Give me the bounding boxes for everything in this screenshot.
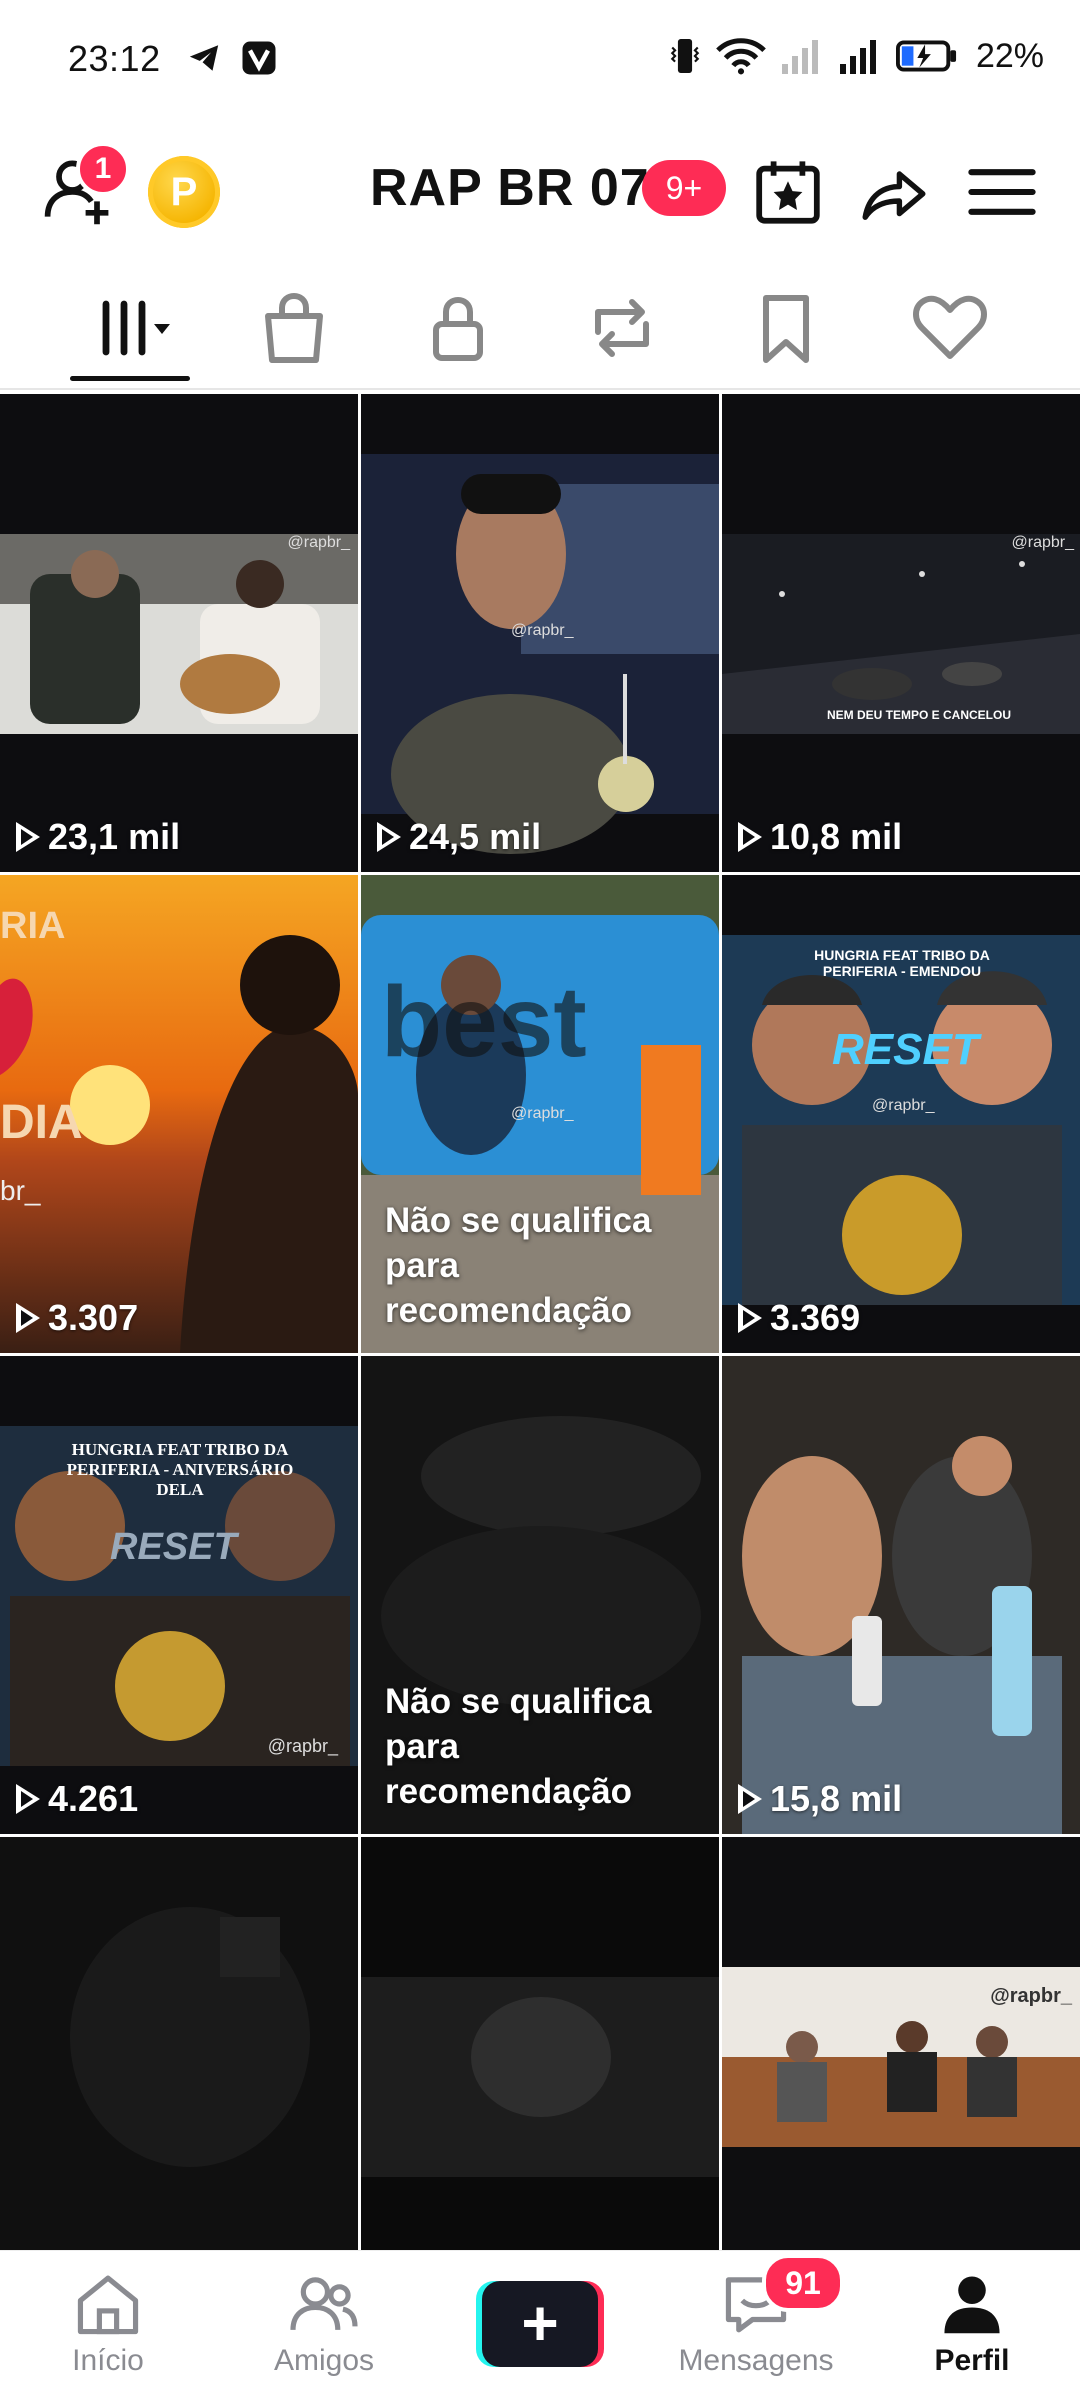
play-icon [377, 822, 401, 852]
video-tile[interactable]: HUNGRIA FEAT TRIBO DA PERIFERIA - ANIVER… [0, 1356, 358, 1834]
video-thumbnail [722, 1356, 1080, 1834]
video-watermark: @rapbr_ [511, 1105, 574, 1122]
video-tile[interactable]: best @rapbr_ Não se qualifica para recom… [361, 875, 719, 1353]
video-thumbnail [0, 1837, 358, 2250]
bottom-nav: Início Amigos + Mensagens Perfil [0, 2250, 1080, 2401]
friend-requests-badge: 1 [76, 142, 130, 196]
video-watermark: br_ [0, 1175, 41, 1206]
video-watermark: @rapbr_ [267, 1736, 338, 1756]
video-thumbnail [722, 534, 1080, 734]
video-tile[interactable] [0, 1837, 358, 2250]
video-views: 23,1 mil [16, 816, 180, 858]
video-views: 24,5 mil [377, 816, 541, 858]
profile-username[interactable]: RAP BR 07 [370, 158, 650, 218]
profile-tabs [0, 270, 1080, 390]
notifications-badge[interactable]: 9+ [642, 160, 726, 216]
video-title: HUNGRIA FEAT TRIBO DA PERIFERIA - EMENDO… [814, 947, 990, 979]
overlay-text: RIA [0, 905, 66, 947]
video-tile[interactable]: @rapbr_ [722, 1837, 1080, 2250]
friends-icon [290, 2277, 358, 2331]
video-title: HUNGRIA FEAT TRIBO DA PERIFERIA - ANIVER… [66, 1440, 294, 1499]
play-icon [16, 822, 40, 852]
nav-friends[interactable]: Amigos [224, 2273, 424, 2378]
video-views: 3.369 [738, 1297, 860, 1339]
status-time: 23:12 [68, 38, 161, 79]
video-watermark: @rapbr_ [872, 1097, 935, 1114]
play-icon [738, 1303, 762, 1333]
share-icon[interactable] [858, 156, 930, 228]
menu-icon[interactable] [966, 156, 1038, 228]
play-icon [738, 1784, 762, 1814]
v-app-icon [242, 41, 276, 75]
signal-icon [781, 40, 818, 74]
battery-icon [895, 40, 956, 72]
video-tile[interactable]: HUNGRIA FEAT TRIBO DA PERIFERIA - EMENDO… [722, 875, 1080, 1353]
video-views: 10,8 mil [738, 816, 902, 858]
video-watermark: @rapbr_ [287, 534, 351, 551]
play-icon [16, 1784, 40, 1814]
video-tile[interactable]: @rapbr_ 24,5 mil [361, 394, 719, 872]
calendar-star-icon[interactable] [752, 156, 824, 228]
signal-icon [839, 40, 876, 74]
nav-home-label: Início [72, 2344, 144, 2377]
nav-profile[interactable]: Perfil [872, 2273, 1072, 2378]
tab-private[interactable] [418, 288, 498, 368]
tab-videos[interactable] [94, 288, 174, 368]
create-button[interactable]: + [476, 2281, 604, 2367]
video-watermark: @rapbr_ [1011, 534, 1075, 551]
tab-shop[interactable] [254, 288, 334, 368]
profile-icon [944, 2276, 1000, 2334]
not-eligible-label: Não se qualifica para recomendação [385, 1682, 652, 1811]
plus-icon: + [482, 2281, 598, 2367]
video-views: 15,8 mil [738, 1778, 902, 1820]
status-bar: 23:12 22% [0, 0, 1080, 120]
tab-liked[interactable] [910, 288, 990, 368]
wifi-icon [716, 38, 766, 75]
play-icon [16, 1303, 40, 1333]
video-grid: @rapbr_ 23,1 mil @rapbr_ 24,5 mil @rapbr… [0, 390, 1080, 2250]
video-thumbnail [722, 1837, 1080, 2250]
nav-friends-label: Amigos [273, 2344, 375, 2377]
reset-logo: RESET [832, 1025, 979, 1074]
video-tile[interactable]: @rapbr_ NEM DEU TEMPO E CANCELOU 10,8 mi… [722, 394, 1080, 872]
play-icon [738, 822, 762, 852]
video-tile[interactable] [361, 1837, 719, 2250]
video-tile[interactable]: Não se qualifica para recomendação [361, 1356, 719, 1834]
video-views: 3.307 [16, 1297, 138, 1339]
nav-messages-label: Mensagens [678, 2344, 834, 2377]
messages-badge: 91 [762, 2254, 844, 2312]
nav-home[interactable]: Início [8, 2273, 208, 2378]
video-watermark: @rapbr_ [990, 1985, 1072, 2007]
video-views: 4.261 [16, 1778, 138, 1820]
tab-favorites[interactable] [746, 288, 826, 368]
nav-profile-label: Perfil [934, 2344, 1010, 2377]
video-thumbnail [0, 534, 358, 734]
video-tile[interactable]: RIA DIA br_ 3.307 [0, 875, 358, 1353]
video-caption: NEM DEU TEMPO E CANCELOU [827, 708, 1012, 722]
overlay-text: DIA [0, 1096, 83, 1149]
video-tile[interactable]: 15,8 mil [722, 1356, 1080, 1834]
battery-percentage: 22% [975, 36, 1044, 75]
tab-reposts[interactable] [582, 288, 662, 368]
vibrate-icon [670, 39, 700, 73]
home-icon [77, 2275, 139, 2335]
coins-icon[interactable]: P [148, 156, 220, 228]
video-tile[interactable]: @rapbr_ 23,1 mil [0, 394, 358, 872]
telegram-icon [189, 45, 219, 71]
profile-header: 1 P RAP BR 07 9+ [0, 120, 1080, 260]
video-thumbnail [361, 1837, 719, 2250]
active-tab-indicator [70, 376, 190, 381]
not-eligible-label: Não se qualifica para recomendação [385, 1201, 652, 1330]
reset-logo: RESET [110, 1526, 237, 1568]
overlay-text: best [381, 966, 587, 1078]
video-watermark: @rapbr_ [511, 622, 574, 639]
video-thumbnail [0, 1426, 358, 1766]
